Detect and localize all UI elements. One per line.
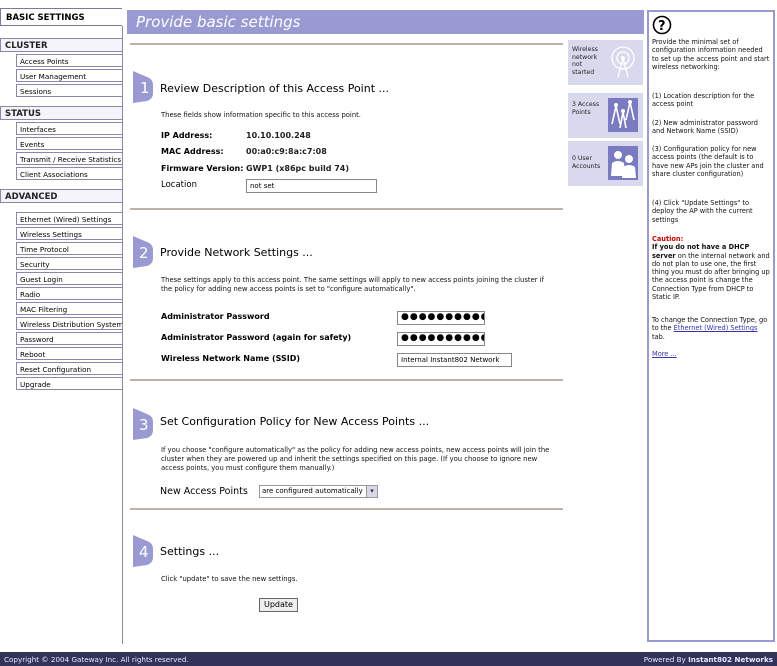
section-1-title: Review Description of this Access Point … [160, 82, 390, 95]
nav-item-radio[interactable]: Radio [16, 287, 122, 300]
new-access-points-select[interactable]: are configured automatically ▾ [259, 485, 378, 498]
step-1-icon: 1 [133, 71, 153, 103]
section-divider [130, 379, 563, 381]
nav-item-upgrade[interactable]: Upgrade [16, 377, 122, 390]
admin-password-confirm-input[interactable]: ●●●●●●●●●●● [397, 332, 485, 346]
nav-item-mac-filtering[interactable]: MAC Filtering [16, 302, 122, 315]
step-2-icon: 2 [133, 236, 153, 268]
nav-item-wds[interactable]: Wireless Distribution System [16, 317, 122, 330]
section-3-description: If you choose "configure automatically" … [161, 446, 550, 472]
svg-text:4: 4 [139, 543, 149, 561]
powered-by-brand: Instant802 Networks [688, 655, 773, 664]
page-title-bar: Provide basic settings [127, 10, 644, 34]
location-input[interactable]: not set [246, 179, 377, 193]
powered-by-prefix: Powered By [643, 655, 686, 664]
mac-address-label: MAC Address: [161, 147, 224, 156]
help-change-connection: To change the Connection Type, go to the… [652, 316, 771, 341]
section-divider [130, 508, 563, 510]
nav-item-access-points[interactable]: Access Points [16, 54, 122, 67]
help-step-4: (4) Click "Update Settings" to deploy th… [652, 199, 753, 224]
nav-item-interfaces[interactable]: Interfaces [16, 122, 122, 135]
nav-item-security[interactable]: Security [16, 257, 122, 270]
nav-item-events[interactable]: Events [16, 137, 122, 150]
mac-address-value: 00:a0:c9:8a:c7:08 [246, 147, 327, 156]
svg-text:1: 1 [140, 79, 150, 97]
nav-item-client-associations[interactable]: Client Associations [16, 167, 122, 180]
ethernet-settings-link[interactable]: Ethernet (Wired) Settings [674, 324, 758, 332]
nav-item-user-management[interactable]: User Management [16, 69, 122, 82]
left-navigation: BASIC SETTINGS CLUSTER Access Points Use… [0, 0, 123, 652]
caution-text: on the internal network and do not plan … [652, 251, 770, 302]
caution-label: Caution: [652, 235, 684, 243]
firmware-version-label: Firmware Version: [161, 164, 244, 173]
admin-password-confirm-label: Administrator Password (again for safety… [161, 333, 352, 342]
nav-item-wireless-settings[interactable]: Wireless Settings [16, 227, 122, 240]
ip-address-value: 10.10.100.248 [246, 131, 311, 140]
nav-header-status: STATUS [0, 106, 122, 120]
access-points-icon [608, 98, 638, 132]
nav-item-guest-login[interactable]: Guest Login [16, 272, 122, 285]
change-tail: tab. [652, 332, 665, 341]
section-divider [130, 208, 563, 210]
location-label: Location [161, 180, 197, 190]
help-step-3: (3) Configuration policy for new access … [652, 145, 764, 178]
svg-text:?: ? [658, 19, 666, 34]
user-accounts-tile[interactable]: 0 User Accounts [568, 141, 643, 186]
footer: Copyright © 2004 Gateway Inc. All rights… [0, 652, 777, 666]
update-button[interactable]: Update [259, 598, 298, 612]
access-points-tile[interactable]: 3 Access Points [568, 93, 643, 138]
section-1-description: These fields show information specific t… [161, 111, 361, 119]
step-4-icon: 4 [133, 535, 153, 567]
nav-item-reboot[interactable]: Reboot [16, 347, 122, 360]
access-points-count: 3 Access Points [572, 101, 600, 116]
section-2-title: Provide Network Settings ... [160, 246, 313, 259]
help-step-1: (1) Location description for the access … [652, 92, 755, 109]
nav-header-cluster: CLUSTER [0, 38, 122, 52]
nav-item-transmit-receive-statistics[interactable]: Transmit / Receive Statistics [16, 152, 122, 165]
radio-tower-icon [611, 46, 635, 78]
help-step-2: (2) New administrator password and Netwo… [652, 119, 758, 136]
firmware-version-value: GWP1 (x86pc build 74) [246, 164, 350, 173]
step-3-icon: 3 [133, 408, 153, 440]
chevron-down-icon[interactable]: ▾ [366, 486, 377, 497]
nav-item-sessions[interactable]: Sessions [16, 84, 122, 97]
help-caution: Caution: If you do not have a DHCP serve… [652, 235, 771, 301]
powered-by: Powered By Instant802 Networks [644, 655, 773, 664]
copyright-text: Copyright © 2004 Gateway Inc. All rights… [4, 655, 189, 664]
select-value: are configured automatically [262, 487, 363, 495]
ssid-input[interactable]: Internal Instant802 Network [397, 353, 512, 367]
section-divider [130, 43, 563, 45]
help-icon: ? [652, 15, 672, 35]
section-4-title: Settings ... [160, 545, 220, 558]
nav-header-advanced: ADVANCED [0, 189, 122, 203]
nav-item-ethernet-settings[interactable]: Ethernet (Wired) Settings [16, 212, 122, 225]
nav-item-password[interactable]: Password [16, 332, 122, 345]
svg-text:3: 3 [139, 416, 149, 434]
ip-address-label: IP Address: [161, 131, 213, 140]
new-access-points-label: New Access Points [160, 486, 248, 497]
admin-password-input[interactable]: ●●●●●●●●●●● [397, 311, 485, 325]
more-link[interactable]: More ... [652, 350, 771, 358]
admin-password-label: Administrator Password [161, 312, 270, 321]
svg-text:2: 2 [139, 244, 149, 262]
section-3-title: Set Configuration Policy for New Access … [160, 415, 430, 428]
section-4-description: Click "update" to save the new settings. [161, 575, 298, 583]
nav-basic-settings[interactable]: BASIC SETTINGS [0, 8, 122, 26]
page-title: Provide basic settings [136, 13, 301, 31]
help-intro: Provide the minimal set of configuration… [652, 38, 770, 71]
nav-item-reset-configuration[interactable]: Reset Configuration [16, 362, 122, 375]
user-accounts-count: 0 User Accounts [572, 155, 601, 170]
wireless-status-text: Wireless network not started [572, 46, 598, 76]
section-2-description: These settings apply to this access poin… [161, 276, 544, 293]
ssid-label: Wireless Network Name (SSID) [161, 354, 301, 363]
users-icon [608, 146, 638, 180]
nav-divider [122, 26, 123, 644]
wireless-status-tile[interactable]: Wireless network not started [568, 40, 643, 85]
nav-item-time-protocol[interactable]: Time Protocol [16, 242, 122, 255]
